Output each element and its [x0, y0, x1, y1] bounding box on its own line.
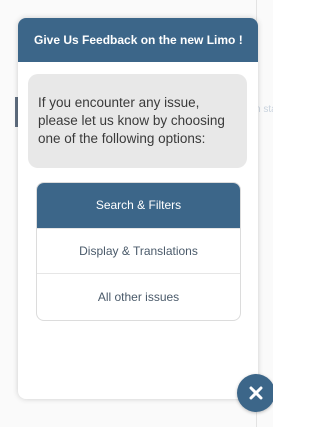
page: n sta Give Us Feedback on the new Limo !… — [0, 0, 273, 427]
message-bubble: If you encounter any issue, please let u… — [28, 74, 247, 168]
option-all-other-issues[interactable]: All other issues — [37, 274, 240, 320]
close-icon — [249, 386, 263, 400]
option-search-filters[interactable]: Search & Filters — [37, 183, 240, 229]
option-label: All other issues — [97, 289, 180, 304]
close-button[interactable] — [237, 374, 273, 412]
option-display-translations[interactable]: Display & Translations — [37, 229, 240, 275]
message-text: If you encounter any issue, please let u… — [38, 95, 225, 146]
feedback-widget: Give Us Feedback on the new Limo ! If yo… — [18, 18, 258, 399]
option-label: Search & Filters — [95, 198, 182, 213]
options-list: Search & Filters Display & Translations … — [36, 182, 241, 321]
widget-title: Give Us Feedback on the new Limo ! — [34, 33, 243, 47]
widget-header: Give Us Feedback on the new Limo ! — [18, 18, 258, 62]
option-label: Display & Translations — [79, 243, 198, 258]
